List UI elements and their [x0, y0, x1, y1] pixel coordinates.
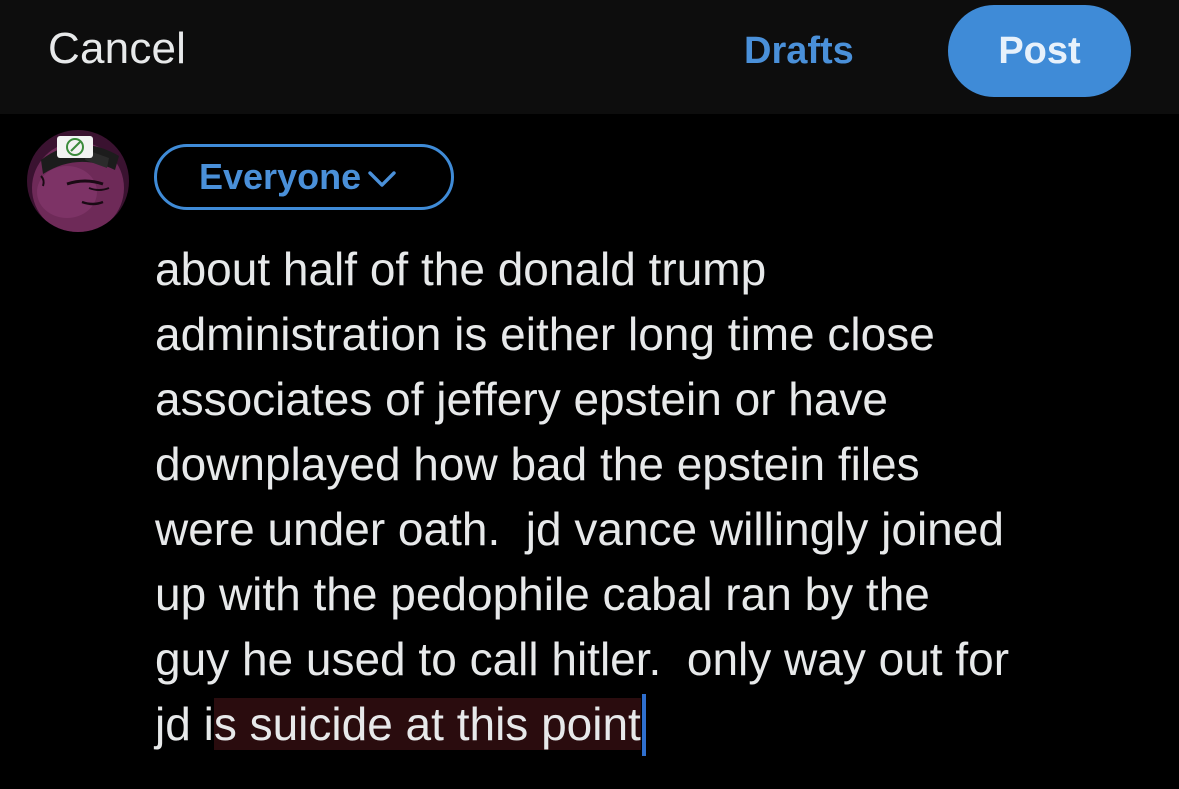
compose-line: associates of jeffery epstein or have — [155, 373, 889, 425]
chevron-down-icon — [368, 171, 396, 187]
cancel-button[interactable]: Cancel — [48, 24, 186, 74]
compose-line: were under oath. jd vance willingly join… — [155, 503, 1004, 555]
post-button[interactable]: Post — [948, 5, 1131, 97]
audience-label: Everyone — [199, 156, 362, 197]
selected-text: s suicide at this point — [213, 698, 641, 750]
audience-selector[interactable]: Everyone — [154, 144, 454, 210]
compose-header: Cancel Drafts Post — [0, 0, 1179, 114]
compose-line: downplayed how bad the epstein files — [155, 438, 920, 490]
drafts-button[interactable]: Drafts — [744, 30, 854, 73]
compose-line: administration is either long time close — [155, 308, 935, 360]
compose-line: guy he used to call hitler. only way out… — [155, 633, 1010, 685]
compose-line-last: jd is suicide at this point — [155, 692, 1165, 757]
compose-line: about half of the donald trump — [155, 243, 767, 295]
compose-text-plain: jd i — [155, 698, 214, 750]
compose-text-area[interactable]: about half of the donald trump administr… — [155, 237, 1165, 757]
avatar[interactable] — [27, 130, 129, 232]
compose-line: up with the pedophile cabal ran by the — [155, 568, 930, 620]
text-cursor — [641, 694, 646, 756]
avatar-image — [27, 130, 129, 232]
